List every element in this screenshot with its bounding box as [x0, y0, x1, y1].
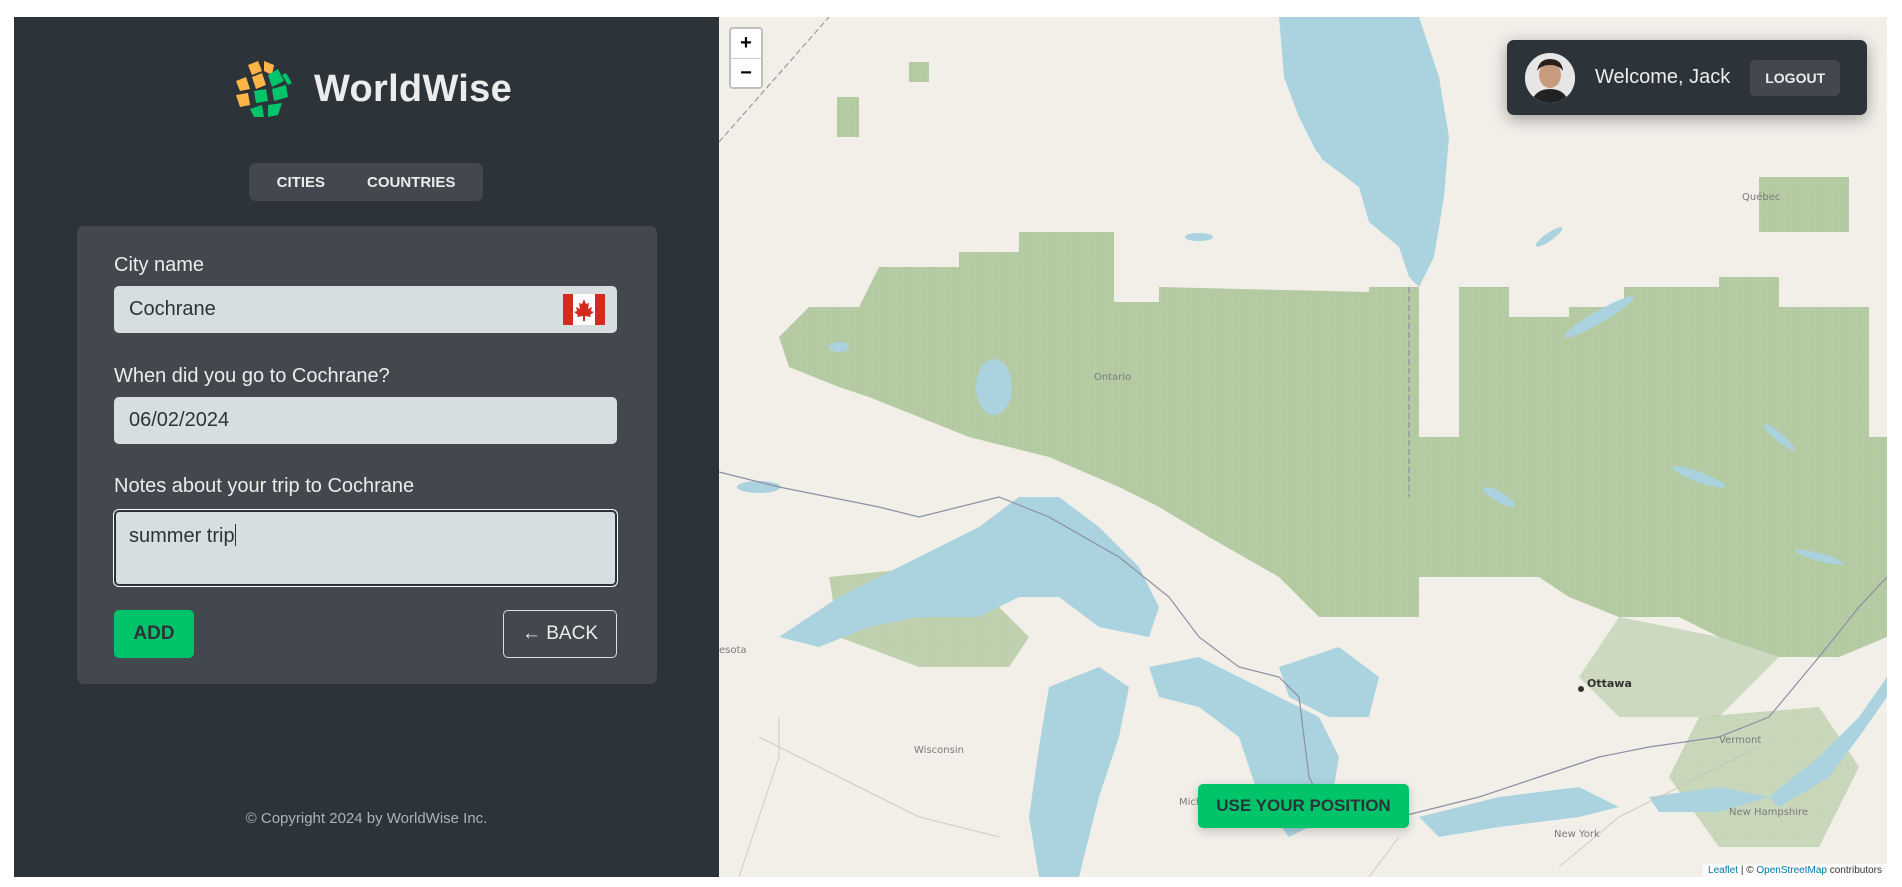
tab-countries[interactable]: COUNTRIES [349, 166, 473, 199]
attribution-contributors: contributors [1826, 865, 1882, 876]
label-new-york: New York [1554, 829, 1600, 840]
city-name-label: City name [114, 254, 205, 276]
map-container[interactable]: Québec Ontario Ottawa esota Wisconsin Mi… [719, 17, 1887, 877]
logout-button[interactable]: LOGOUT [1750, 59, 1841, 96]
notes-textarea[interactable]: summer trip [113, 509, 618, 587]
user-panel: Welcome, Jack LOGOUT [1507, 40, 1867, 115]
back-button[interactable]: ← BACK [503, 610, 617, 658]
brand-name: WorldWise [314, 67, 513, 110]
text-caret [234, 524, 236, 546]
date-label: When did you go to Cochrane? [114, 365, 390, 387]
map-attribution: Leaflet | © OpenStreetMap contributors [1703, 864, 1887, 877]
leaflet-link[interactable]: Leaflet [1708, 865, 1738, 876]
logo[interactable]: WorldWise [228, 55, 512, 123]
label-new-hampshire: New Hampshire [1729, 807, 1809, 818]
add-city-form: City name Cochrane When did you go to Co… [77, 226, 657, 684]
ottawa-marker [1578, 686, 1584, 692]
label-vermont: Vermont [1719, 735, 1762, 746]
label-quebec: Québec [1742, 192, 1781, 203]
date-input[interactable]: 06/02/2024 [114, 397, 617, 444]
city-name-value: Cochrane [129, 298, 216, 320]
sidebar: WorldWise CITIES COUNTRIES City name Coc… [14, 17, 719, 877]
label-minnesota: esota [719, 645, 747, 656]
zoom-in-button[interactable]: + [731, 29, 761, 59]
label-wisconsin: Wisconsin [914, 745, 964, 756]
user-avatar-icon [1525, 52, 1575, 103]
app-layout: WorldWise CITIES COUNTRIES City name Coc… [14, 17, 1887, 877]
date-value: 06/02/2024 [129, 409, 230, 431]
attribution-separator: | © [1738, 865, 1757, 876]
canada-flag-icon [563, 294, 605, 325]
tab-cities[interactable]: CITIES [259, 166, 343, 199]
notes-value: summer trip [129, 525, 235, 547]
city-name-input[interactable]: Cochrane [114, 286, 617, 333]
label-ottawa: Ottawa [1587, 677, 1632, 690]
notes-label: Notes about your trip to Cochrane [114, 475, 415, 497]
label-ontario: Ontario [1094, 372, 1132, 383]
add-button[interactable]: ADD [114, 610, 194, 658]
osm-link[interactable]: OpenStreetMap [1756, 865, 1827, 876]
map-tiles [719, 17, 1887, 877]
copyright-text: © Copyright 2024 by WorldWise Inc. [245, 810, 488, 827]
use-position-button[interactable]: USE YOUR POSITION [1198, 784, 1409, 828]
avatar [1525, 52, 1575, 103]
globe-logo-icon [229, 56, 295, 122]
welcome-text: Welcome, Jack [1595, 66, 1731, 88]
zoom-control: + − [729, 27, 763, 89]
nav-tabs: CITIES COUNTRIES [249, 163, 483, 201]
zoom-out-button[interactable]: − [731, 59, 761, 88]
